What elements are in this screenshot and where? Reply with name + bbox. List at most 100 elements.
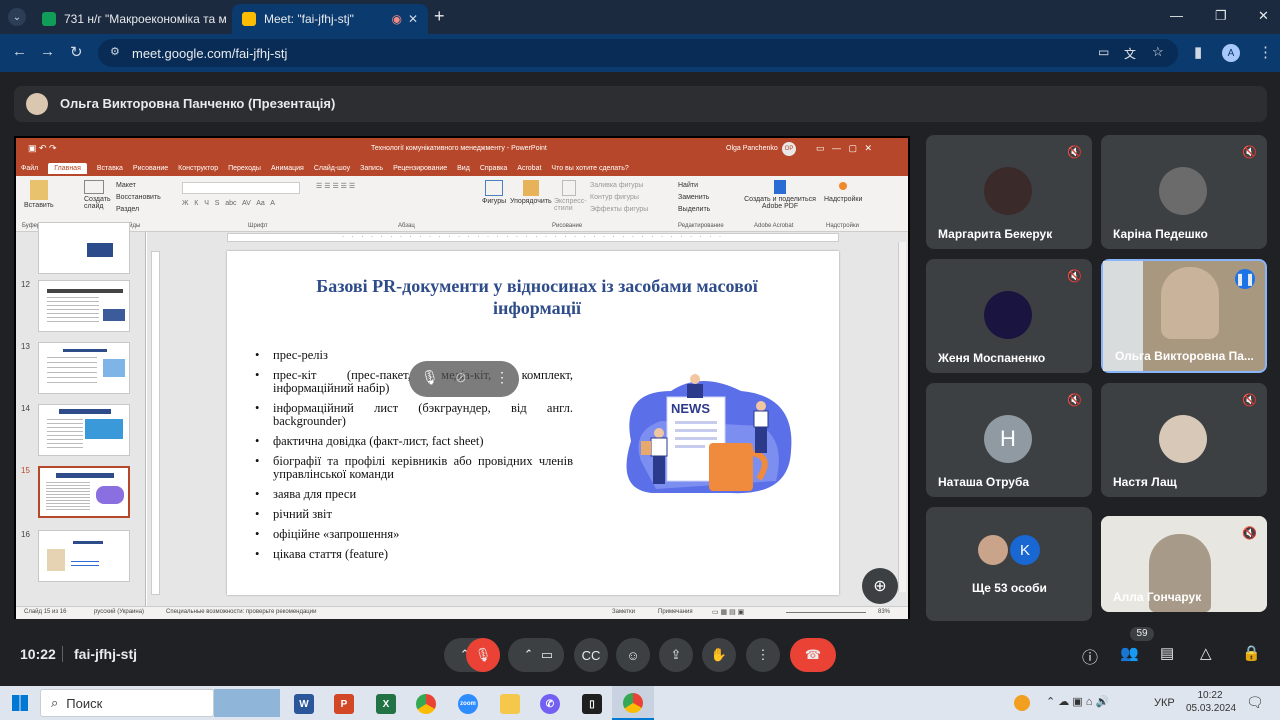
ppt-status-bar: Слайд 15 из 16 русский (Украина) Специал… bbox=[16, 606, 908, 619]
close-icon[interactable]: ✕ bbox=[227, 12, 228, 26]
menu-transitions: Переходы bbox=[228, 164, 261, 172]
current-slide: Базові PR-документи у відносинах із засо… bbox=[227, 251, 839, 595]
maximize-button[interactable]: ❐ bbox=[1215, 8, 1227, 24]
browser-tab-bar: ⌄ 731 н/г "Макроекономіка та м ✕ Meet: "… bbox=[0, 0, 1280, 34]
group-label: Adobe Acrobat bbox=[754, 223, 794, 229]
ide-icon[interactable]: ▯ bbox=[582, 694, 602, 714]
close-icon[interactable]: ✕ bbox=[408, 12, 418, 26]
avatar bbox=[978, 535, 1008, 565]
info-icon[interactable]: ⓘ bbox=[1082, 644, 1098, 668]
raise-hand-icon[interactable]: ✋ bbox=[702, 638, 736, 672]
windows-start-icon[interactable] bbox=[12, 695, 28, 711]
windows-taskbar: ⌕ Поиск W P X zoom ✆ ▯ ⌃ ☁ ▣ ⌂ 🔊 УКР 10:… bbox=[0, 686, 1280, 720]
more-options-icon[interactable]: ⋮ bbox=[495, 369, 509, 386]
search-highlight-image bbox=[214, 689, 280, 717]
more-options-icon[interactable]: ⋮ bbox=[746, 638, 780, 672]
menu-insert: Вставка bbox=[96, 164, 123, 172]
activities-icon[interactable]: △ bbox=[1200, 644, 1212, 662]
weather-icon[interactable] bbox=[1014, 695, 1030, 711]
bookmark-star-icon[interactable]: ☆ bbox=[1152, 44, 1164, 60]
menu-draw: Рисование bbox=[132, 164, 169, 172]
presenter-avatar bbox=[26, 93, 48, 115]
create-pdf-button: Создать и поделиться Adobe PDF bbox=[742, 180, 818, 210]
host-controls-icon[interactable]: 🔒 bbox=[1242, 644, 1261, 662]
slide-thumbnail-panel: 12 13 14 15 16 bbox=[16, 222, 146, 606]
side-panel-icon[interactable]: ▮ bbox=[1194, 43, 1202, 61]
participant-tile[interactable]: 🔇 Н Наташа Отруба bbox=[926, 383, 1092, 497]
tab-macroeconomics[interactable]: 731 н/г "Макроекономіка та м ✕ bbox=[32, 4, 228, 34]
taskbar-search-field[interactable]: ⌕ Поиск bbox=[40, 689, 214, 717]
excel-icon[interactable]: X bbox=[376, 694, 396, 714]
participant-tile-speaking[interactable]: ❚❚ Ольга Викторовна Па... bbox=[1101, 259, 1267, 373]
slide-number: 15 bbox=[21, 466, 30, 475]
mug bbox=[709, 443, 753, 491]
chrome-active-taskbar-item[interactable] bbox=[612, 686, 654, 720]
participant-name: Женя Моспаненко bbox=[938, 351, 1046, 365]
participant-tile[interactable]: 🔇 Каріна Педешко bbox=[1101, 135, 1267, 249]
participant-name: Маргарита Бекерук bbox=[938, 227, 1053, 241]
tab-search-icon[interactable]: ⌄ bbox=[8, 8, 26, 26]
chrome-icon[interactable] bbox=[416, 694, 436, 714]
site-info-icon[interactable]: ⚙ bbox=[110, 45, 120, 58]
bullet-item: фактична довідка (факт-лист, fact sheet) bbox=[255, 435, 573, 449]
menu-icon[interactable]: ⋮ bbox=[1258, 43, 1273, 61]
back-icon[interactable]: ← bbox=[12, 43, 27, 60]
avatar bbox=[984, 167, 1032, 215]
participant-tile[interactable]: 🔇 Маргарита Бекерук bbox=[926, 135, 1092, 249]
tab-meet[interactable]: Meet: "fai-jfhj-stj" ◉ ✕ bbox=[232, 4, 428, 34]
participant-tile[interactable]: 🔇 Настя Лащ bbox=[1101, 383, 1267, 497]
mic-off-icon[interactable]: 🎙 bbox=[421, 369, 439, 386]
pin-off-icon[interactable]: ⊘ bbox=[455, 369, 467, 386]
more-participants-tile[interactable]: K Ще 53 особи bbox=[926, 507, 1092, 621]
viber-icon[interactable]: ✆ bbox=[540, 694, 560, 714]
address-bar-row: ← → ↻ ⚙ meet.google.com/fai-jfhj-stj ▭ 文… bbox=[0, 34, 1280, 72]
chat-icon[interactable]: ▤ bbox=[1160, 644, 1174, 662]
person-body bbox=[687, 384, 703, 398]
new-slide-button: Создать слайд bbox=[84, 180, 112, 210]
translate-icon[interactable]: 文 bbox=[1124, 45, 1136, 62]
captions-icon[interactable]: CC bbox=[574, 638, 608, 672]
zoom-icon[interactable]: zoom bbox=[458, 694, 478, 714]
close-window-button[interactable]: ✕ bbox=[1258, 8, 1269, 24]
emoji-icon[interactable]: ☺ bbox=[616, 638, 650, 672]
thumb-line bbox=[47, 419, 83, 449]
slide-number: 13 bbox=[21, 342, 30, 351]
thumb-image bbox=[85, 419, 123, 439]
thumb-line bbox=[56, 473, 114, 478]
shapes-button: Фигуры bbox=[482, 180, 506, 205]
ppt-user-name: Olga Panchenko bbox=[726, 145, 778, 152]
system-tray-icons[interactable]: ⌃ ☁ ▣ ⌂ 🔊 bbox=[1046, 695, 1109, 708]
paste-button: Вставить bbox=[24, 180, 54, 209]
profile-avatar[interactable]: A bbox=[1222, 44, 1240, 62]
url-field[interactable]: ⚙ meet.google.com/fai-jfhj-stj ▭ 文 ☆ bbox=[98, 39, 1178, 67]
participant-tile[interactable]: 🔇 Женя Моспаненко bbox=[926, 259, 1092, 373]
notifications-icon[interactable]: 🗨 bbox=[1246, 694, 1264, 711]
slide-number: 14 bbox=[21, 404, 30, 413]
participant-name: Алла Гончарук bbox=[1113, 590, 1202, 604]
word-icon[interactable]: W bbox=[294, 694, 314, 714]
camera-icon[interactable]: ▭ bbox=[530, 638, 564, 672]
slide-thumbnail bbox=[38, 404, 130, 456]
people-icon[interactable]: 👥 bbox=[1120, 644, 1139, 662]
mic-off-icon[interactable]: 🎙 bbox=[466, 638, 500, 672]
menu-review: Рецензирование bbox=[393, 164, 448, 172]
zoom-in-icon[interactable]: ⊕ bbox=[862, 568, 898, 604]
new-tab-button[interactable]: + bbox=[434, 6, 445, 27]
thumb-image bbox=[87, 243, 113, 257]
participant-tile[interactable]: 🔇 Алла Гончарук bbox=[1101, 516, 1267, 612]
language-indicator[interactable]: УКР bbox=[1154, 697, 1175, 709]
bullet-item: біографії та профілі керівників або пров… bbox=[255, 455, 573, 481]
meeting-time: 10:22 bbox=[20, 646, 56, 662]
minimize-button[interactable]: — bbox=[1170, 8, 1183, 23]
file-explorer-icon[interactable] bbox=[500, 694, 520, 714]
reload-icon[interactable]: ↻ bbox=[70, 43, 83, 61]
present-screen-icon[interactable]: ⇪ bbox=[659, 638, 693, 672]
paper-line bbox=[675, 421, 717, 424]
forward-icon[interactable]: → bbox=[40, 43, 55, 60]
powerpoint-icon[interactable]: P bbox=[334, 694, 354, 714]
tab-title: Meet: "fai-jfhj-stj" bbox=[264, 12, 354, 26]
clock[interactable]: 10:22 05.03.2024 bbox=[1186, 689, 1236, 715]
camera-icon[interactable]: ▭ bbox=[1098, 45, 1109, 59]
styles-icon bbox=[562, 180, 576, 196]
leave-call-button[interactable]: ☎ bbox=[790, 638, 836, 672]
